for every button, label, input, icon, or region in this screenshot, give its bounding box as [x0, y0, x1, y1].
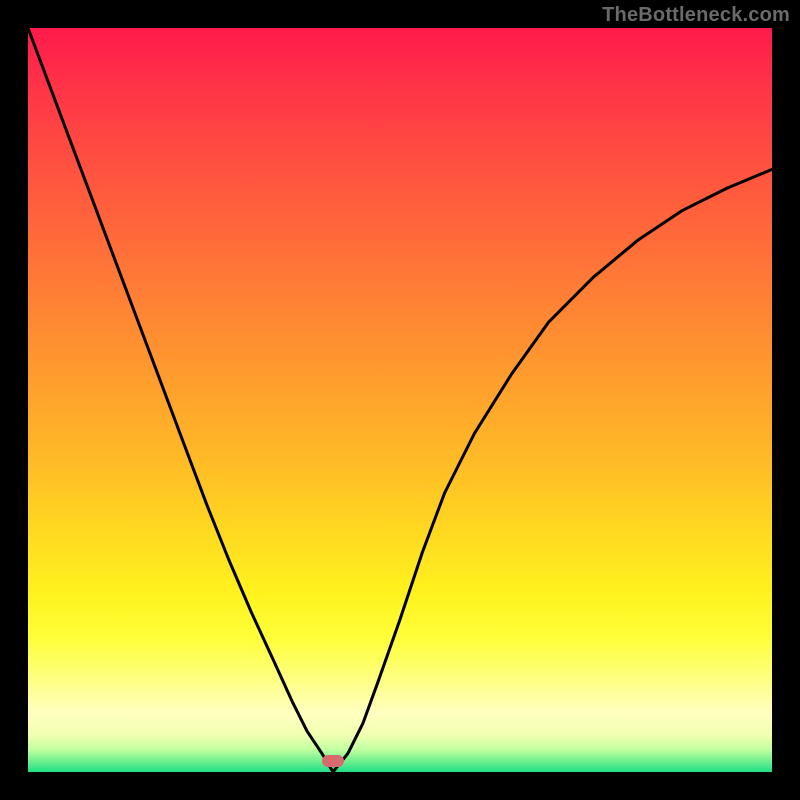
optimum-marker	[322, 755, 344, 767]
bottleneck-curve	[28, 28, 772, 772]
watermark-text: TheBottleneck.com	[602, 4, 790, 27]
plot-area	[28, 28, 772, 772]
